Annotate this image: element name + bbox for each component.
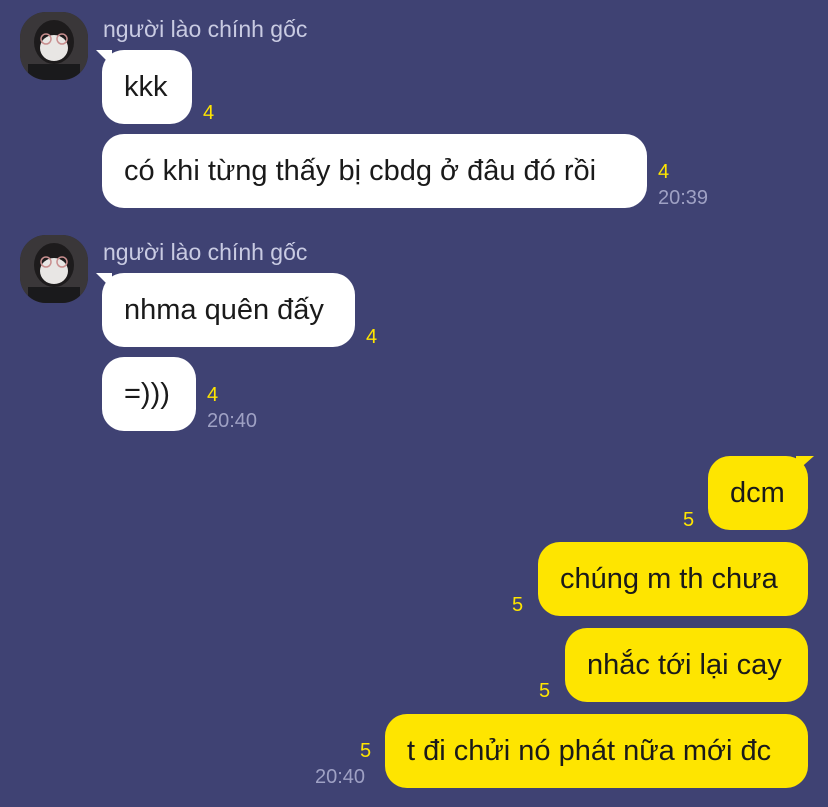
- unread-count: 4: [207, 384, 219, 406]
- incoming-message[interactable]: kkk: [102, 50, 192, 124]
- unread-count: 5: [539, 680, 551, 702]
- unread-count: 4: [203, 102, 215, 124]
- unread-count: 5: [512, 594, 524, 616]
- message-time: 20:39: [658, 187, 709, 209]
- outgoing-message[interactable]: t đi chửi nó phát nữa mới đc: [385, 714, 808, 788]
- sender-name: người lào chính gốc: [103, 239, 308, 265]
- outgoing-message[interactable]: dcm: [708, 456, 808, 530]
- unread-count: 5: [360, 740, 372, 762]
- message-time: 20:40: [315, 766, 366, 788]
- sender-avatar[interactable]: [20, 12, 88, 80]
- unread-count: 4: [366, 326, 378, 348]
- outgoing-message[interactable]: nhắc tới lại cay: [565, 628, 808, 702]
- incoming-message[interactable]: có khi từng thấy bị cbdg ở đâu đó rồi: [102, 134, 647, 208]
- message-time: 20:40: [207, 410, 258, 432]
- outgoing-message[interactable]: chúng m th chưa: [538, 542, 808, 616]
- sender-avatar[interactable]: [20, 235, 88, 303]
- incoming-message[interactable]: =))): [102, 357, 196, 431]
- incoming-message[interactable]: nhma quên đấy: [102, 273, 355, 347]
- unread-count: 5: [683, 509, 695, 531]
- unread-count: 4: [658, 161, 670, 183]
- sender-name: người lào chính gốc: [103, 16, 308, 42]
